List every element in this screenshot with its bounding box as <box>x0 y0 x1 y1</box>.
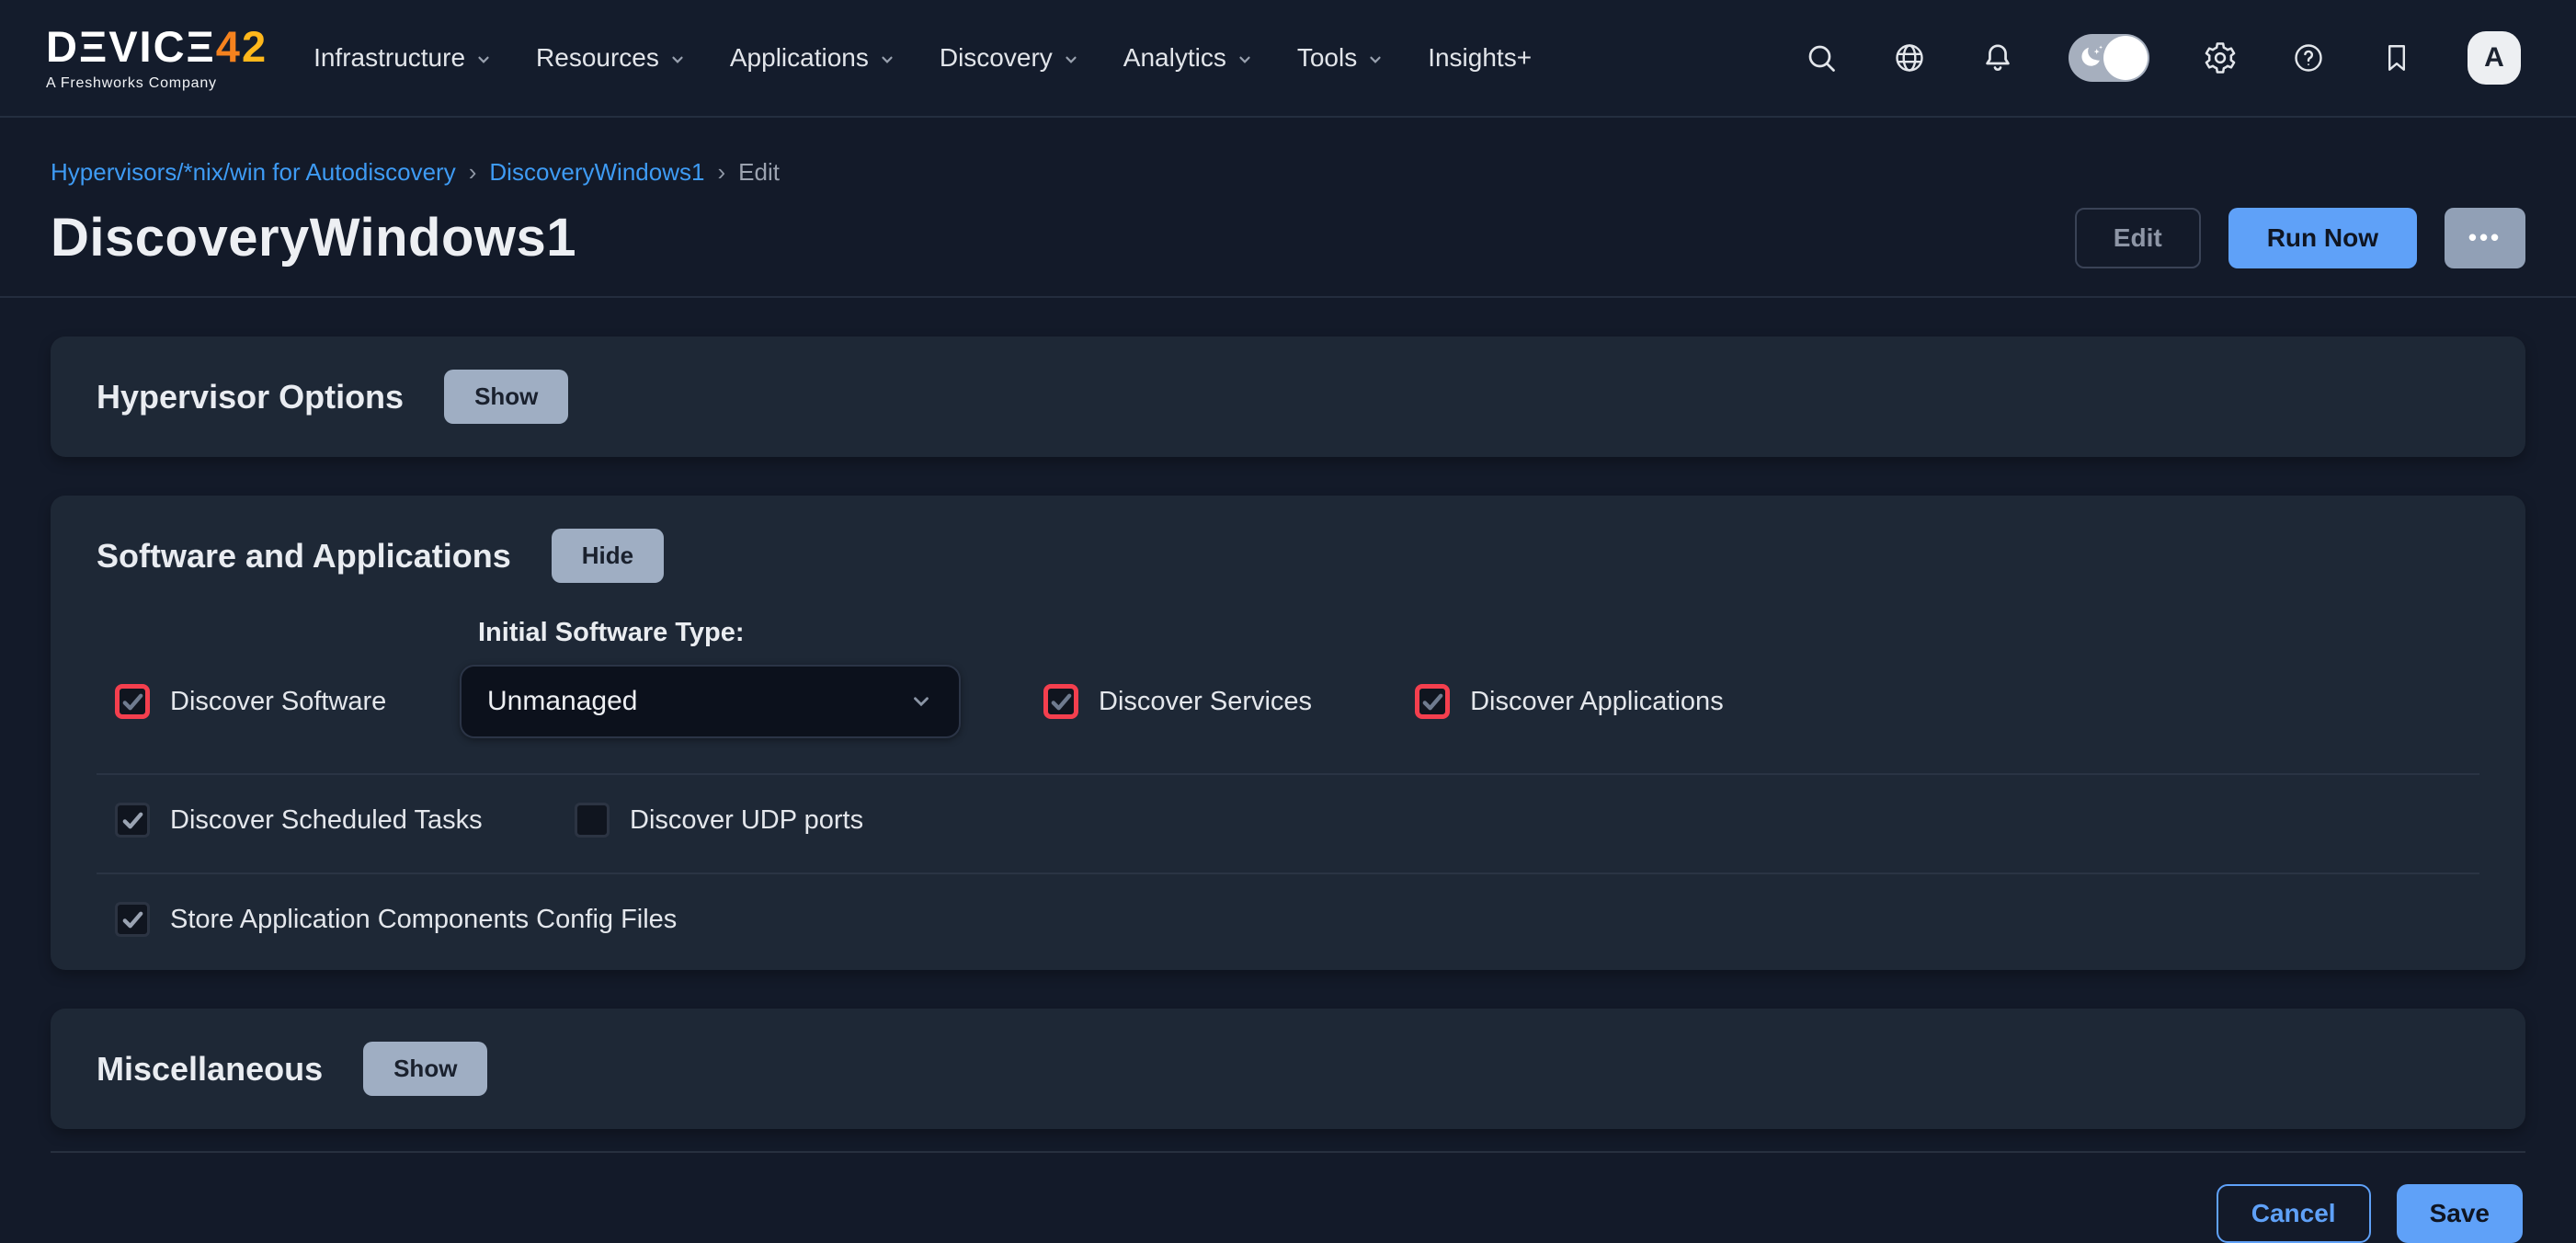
section-header: Miscellaneous Show <box>97 1009 2479 1129</box>
check-icon <box>1049 690 1074 714</box>
section-title: Miscellaneous <box>97 1050 323 1089</box>
search-icon[interactable] <box>1804 40 1839 75</box>
chevron-down-icon <box>669 51 686 68</box>
more-actions-button[interactable]: ••• <box>2445 208 2525 268</box>
nav-label: Applications <box>730 43 869 73</box>
initial-software-type-label: Initial Software Type: <box>478 618 2479 648</box>
initial-software-type-select[interactable]: Unmanaged <box>460 665 961 738</box>
checkbox-box[interactable] <box>1415 684 1450 719</box>
gear-icon[interactable] <box>2203 40 2238 75</box>
top-navigation-bar: DΞVICΞ42 A Freshworks Company Infrastruc… <box>0 0 2576 118</box>
software-applications-section: Software and Applications Hide Initial S… <box>51 496 2525 970</box>
section-title: Hypervisor Options <box>97 378 404 416</box>
nav-label: Insights+ <box>1428 43 1532 73</box>
checkbox-store-app-config-files[interactable]: Store Application Components Config File… <box>115 902 677 937</box>
checkbox-label: Discover UDP ports <box>630 805 863 836</box>
logo-accent-4: 4 <box>216 22 242 71</box>
nav-label: Resources <box>536 43 659 73</box>
checkbox-discover-udp-ports[interactable]: Discover UDP ports <box>575 803 863 838</box>
bookmark-icon[interactable] <box>2379 40 2414 75</box>
globe-icon[interactable] <box>1892 40 1927 75</box>
nav-item-tools[interactable]: Tools <box>1297 43 1384 73</box>
software-hide-button[interactable]: Hide <box>552 529 664 583</box>
logo-accent-2: 2 <box>242 22 268 71</box>
breadcrumb-link-autodiscovery[interactable]: Hypervisors/*nix/win for Autodiscovery <box>51 158 456 187</box>
chevron-down-icon <box>879 51 895 68</box>
hypervisor-show-button[interactable]: Show <box>444 370 568 424</box>
section-title: Software and Applications <box>97 537 511 576</box>
theme-toggle[interactable] <box>2069 34 2149 82</box>
avatar-initial: A <box>2484 42 2504 74</box>
nav-item-infrastructure[interactable]: Infrastructure <box>313 43 492 73</box>
logo-wordmark: DΞVICΞ42 <box>46 25 268 68</box>
checkbox-box[interactable] <box>575 803 610 838</box>
checkbox-discover-services[interactable]: Discover Services <box>1043 684 1312 719</box>
section-header: Hypervisor Options Show <box>97 336 2479 457</box>
chevron-down-icon <box>475 51 492 68</box>
nav-item-resources[interactable]: Resources <box>536 43 686 73</box>
nav-label: Discovery <box>940 43 1053 73</box>
checkbox-box[interactable] <box>1043 684 1078 719</box>
software-row-1: Discover Software Unmanaged Discover Ser… <box>97 665 2479 738</box>
nav-label: Tools <box>1297 43 1357 73</box>
check-icon <box>120 690 145 714</box>
breadcrumb-separator: › <box>469 158 477 187</box>
logo-brand-text: DΞVICΞ <box>46 22 216 71</box>
check-icon <box>1420 690 1445 714</box>
nav-item-discovery[interactable]: Discovery <box>940 43 1079 73</box>
checkbox-box[interactable] <box>115 803 150 838</box>
cancel-button[interactable]: Cancel <box>2217 1184 2371 1243</box>
checkbox-discover-applications[interactable]: Discover Applications <box>1415 684 1724 719</box>
device42-logo[interactable]: DΞVICΞ42 A Freshworks Company <box>46 25 268 91</box>
checkbox-label: Discover Applications <box>1470 687 1724 717</box>
checkbox-box[interactable] <box>115 684 150 719</box>
breadcrumb: Hypervisors/*nix/win for Autodiscovery ›… <box>51 158 2525 187</box>
footer-actions: Cancel Save <box>0 1153 2576 1243</box>
miscellaneous-section: Miscellaneous Show <box>51 1009 2525 1129</box>
header-divider <box>0 296 2576 298</box>
checkbox-label: Discover Services <box>1099 687 1312 717</box>
section-header: Software and Applications Hide <box>97 496 2479 616</box>
chevron-down-icon <box>1237 51 1253 68</box>
avatar[interactable]: A <box>2468 31 2521 85</box>
breadcrumb-separator: › <box>717 158 725 187</box>
edit-button[interactable]: Edit <box>2075 208 2201 268</box>
checkbox-label: Discover Software <box>170 687 386 717</box>
toggle-knob <box>2103 36 2148 80</box>
nav-label: Infrastructure <box>313 43 465 73</box>
nav-item-insights[interactable]: Insights+ <box>1428 43 1532 73</box>
checkbox-discover-scheduled-tasks[interactable]: Discover Scheduled Tasks <box>115 803 575 838</box>
software-form: Initial Software Type: Discover Software… <box>97 618 2479 970</box>
software-row-3: Store Application Components Config File… <box>97 874 2479 937</box>
help-icon[interactable] <box>2291 40 2326 75</box>
bell-icon[interactable] <box>1980 40 2015 75</box>
page-title: DiscoveryWindows1 <box>51 207 576 268</box>
chevron-down-icon <box>909 690 933 713</box>
run-now-button[interactable]: Run Now <box>2228 208 2417 268</box>
main-nav: Infrastructure Resources Applications Di… <box>313 43 1532 73</box>
hypervisor-options-section: Hypervisor Options Show <box>51 336 2525 457</box>
breadcrumb-current: Edit <box>738 158 780 187</box>
page-header: DiscoveryWindows1 Edit Run Now ••• <box>0 207 2576 268</box>
check-icon <box>120 907 145 932</box>
checkbox-discover-software[interactable]: Discover Software <box>115 684 460 719</box>
checkbox-label: Store Application Components Config File… <box>170 905 677 935</box>
check-icon <box>120 808 145 833</box>
nav-item-applications[interactable]: Applications <box>730 43 895 73</box>
nav-item-analytics[interactable]: Analytics <box>1123 43 1253 73</box>
chevron-down-icon <box>1367 51 1384 68</box>
miscellaneous-show-button[interactable]: Show <box>363 1042 487 1096</box>
save-button[interactable]: Save <box>2397 1184 2523 1243</box>
nav-label: Analytics <box>1123 43 1226 73</box>
breadcrumb-link-discoverywindows1[interactable]: DiscoveryWindows1 <box>489 158 704 187</box>
chevron-down-icon <box>1063 51 1079 68</box>
page-actions: Edit Run Now ••• <box>2075 208 2525 268</box>
selected-option: Unmanaged <box>487 686 637 717</box>
checkbox-label: Discover Scheduled Tasks <box>170 805 483 836</box>
topbar-actions: A <box>1804 31 2521 85</box>
software-row-2: Discover Scheduled Tasks Discover UDP po… <box>97 775 2479 838</box>
checkbox-box[interactable] <box>115 902 150 937</box>
logo-tagline: A Freshworks Company <box>46 76 268 91</box>
